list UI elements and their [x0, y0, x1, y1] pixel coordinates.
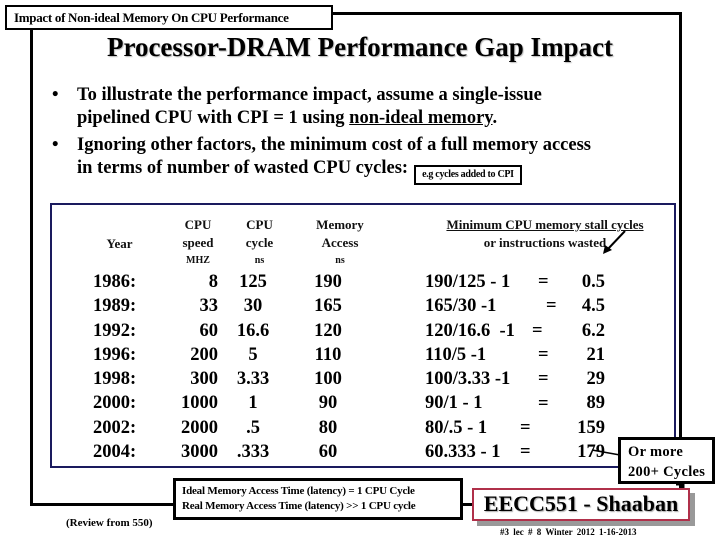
header-unit: MHZ — [186, 255, 210, 266]
column-memory-access: 190 165 120 110 100 90 80 60 — [303, 270, 353, 464]
header-line: Access — [321, 235, 359, 250]
bullet-list: • To illustrate the performance impact, … — [52, 84, 692, 185]
latency-callout: Ideal Memory Access Time (latency) = 1 C… — [173, 478, 463, 520]
cpu-cycle-cell: 125 — [239, 272, 267, 292]
ideal-latency-text: Ideal Memory Access Time (latency) = 1 C… — [182, 485, 415, 497]
memory-access-cell: 120 — [314, 320, 342, 341]
callout-text: Or more — [628, 444, 684, 460]
header-unit: ns — [254, 255, 265, 266]
year-cell: 1992: — [93, 320, 137, 341]
header-line: CPU — [246, 217, 273, 232]
cpu-speed-cell: 8 — [208, 272, 218, 292]
equals-sign: = — [538, 344, 549, 365]
header-line: Memory — [316, 217, 364, 232]
bullet-text: . — [492, 108, 498, 128]
bullet-text-line: in terms of number of wasted CPU cycles:… — [77, 157, 692, 185]
column-header-cpu-cycle: CPU cycle ns — [232, 216, 287, 270]
cpu-cycle-cell: 5 — [248, 344, 258, 365]
real-latency-text: Real Memory Access Time (latency) >> 1 C… — [182, 500, 416, 512]
cpu-cycle-cell: .333 — [236, 442, 270, 463]
year-cell: 1998: — [93, 369, 137, 390]
equals-sign: = — [538, 369, 549, 390]
year-cell: 1996: — [93, 344, 137, 365]
cpu-cycle-cell: 30 — [243, 296, 263, 317]
bullet-text: pipelined CPU with CPI = 1 using — [77, 108, 350, 128]
header-line: speed — [182, 235, 214, 250]
result-cell: 6.2 — [581, 320, 605, 341]
column-cpu-cycle: 125 30 16.6 5 3.33 1 .5 .333 — [225, 270, 281, 464]
equals-sign: = — [532, 320, 543, 341]
memory-access-cell: 80 — [318, 417, 338, 438]
bullet-icon: • — [52, 85, 59, 105]
year-cell: 2000: — [93, 393, 137, 414]
header-line: Minimum CPU memory stall cycles — [446, 217, 644, 232]
header-line: cycle — [245, 235, 274, 250]
equals-sign: = — [538, 393, 549, 414]
result-cell: 0.5 — [581, 272, 605, 292]
header-line: or instructions wasted — [483, 235, 607, 250]
bullet-text-line: pipelined CPU with CPI = 1 using non-ide… — [77, 107, 692, 130]
course-badge: EECC551 - Shaaban — [472, 488, 690, 521]
bullet-item: • To illustrate the performance impact, … — [52, 84, 692, 130]
memory-access-cell: 100 — [314, 369, 342, 390]
year-cell: 2004: — [93, 442, 137, 463]
column-cpu-speed: 8 33 60 200 300 1000 2000 3000 — [150, 270, 218, 464]
year-cell: 2002: — [93, 417, 137, 438]
cpu-speed-cell: 3000 — [181, 442, 218, 463]
section-label: Impact of Non-ideal Memory On CPU Perfor… — [5, 5, 333, 30]
callout-text: 200+ Cycles — [628, 464, 706, 480]
cpu-speed-cell: 1000 — [181, 393, 218, 414]
cpu-cycle-cell: 1 — [248, 393, 258, 414]
year-cell: 1989: — [93, 296, 137, 317]
cpu-speed-cell: 2000 — [181, 417, 218, 438]
memory-access-cell: 165 — [314, 296, 342, 317]
arrow-icon — [603, 230, 626, 254]
bullet-text-line: Ignoring other factors, the minimum cost… — [77, 135, 591, 155]
cpu-speed-cell: 60 — [199, 320, 219, 341]
cpu-cycle-cell: .5 — [246, 417, 260, 438]
equals-sign: = — [520, 442, 531, 463]
bullet-text-line: To illustrate the performance impact, as… — [77, 85, 542, 105]
cpu-speed-cell: 200 — [190, 344, 218, 365]
equals-sign: = — [520, 417, 531, 438]
underlined-term: non-ideal memory — [349, 108, 493, 128]
memory-access-cell: 110 — [314, 344, 342, 365]
column-header-cpu-speed: CPU speed MHZ — [168, 216, 228, 270]
result-cell: 4.5 — [581, 296, 605, 317]
cpu-cycle-cell: 16.6 — [236, 320, 270, 341]
note-box: e.g cycles added to CPI — [414, 165, 522, 185]
bullet-icon: • — [52, 135, 59, 155]
header-unit: ns — [335, 255, 345, 266]
column-header-year: Year — [106, 236, 133, 251]
slide-title: Processor-DRAM Performance Gap Impact — [106, 32, 614, 62]
result-cell: 29 — [586, 369, 606, 390]
year-cell: 1986: — [93, 272, 137, 292]
header-line: CPU — [184, 217, 212, 232]
memory-access-cell: 90 — [318, 393, 338, 414]
column-year: 1986: 1989: 1992: 1996: 1998: 2000: 2002: 2004: — [93, 270, 153, 464]
cpu-cycle-cell: 3.33 — [236, 369, 270, 390]
slide-info: #3 lec # 8 Winter 2012 1-16-2013 — [500, 527, 637, 537]
equals-sign: = — [546, 296, 557, 317]
memory-access-cell: 60 — [318, 442, 338, 463]
cpu-speed-cell: 33 — [199, 296, 219, 317]
review-note: (Review from 550) — [66, 517, 153, 529]
result-cell: 21 — [586, 344, 606, 365]
memory-access-cell: 190 — [314, 272, 342, 292]
column-header-memory-access: Memory Access ns — [305, 216, 375, 270]
bullet-text: in terms of number of wasted CPU cycles: — [77, 158, 409, 178]
or-more-callout: Or more 200+ Cycles — [618, 437, 715, 484]
cpu-speed-cell: 300 — [190, 369, 218, 390]
bullet-item: • Ignoring other factors, the minimum co… — [52, 134, 692, 185]
equals-sign: = — [538, 272, 549, 292]
column-header-stall-cycles: Minimum CPU memory stall cycles or instr… — [410, 216, 680, 252]
